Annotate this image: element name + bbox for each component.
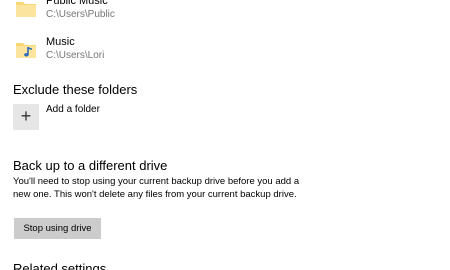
folder-list-item[interactable]: Public Music C:\Users\Public (14, 0, 314, 25)
exclude-folders-heading: Exclude these folders (13, 82, 138, 97)
add-folder-label: Add a folder (46, 104, 100, 115)
stop-using-drive-button[interactable]: Stop using drive (14, 218, 101, 239)
different-drive-description: You'll need to stop using your current b… (13, 176, 300, 200)
different-drive-heading: Back up to a different drive (13, 158, 168, 173)
folder-list-item[interactable]: Music C:\Users\Lori (14, 36, 314, 66)
backup-options-page: Public Music C:\Users\Public Music C:\Us… (0, 0, 450, 270)
folder-name: Public Music (46, 0, 108, 7)
music-folder-icon (16, 43, 36, 58)
folder-name: Music (46, 36, 75, 48)
folder-path: C:\Users\Public (46, 9, 115, 20)
add-folder-button[interactable]: + Add a folder (13, 104, 213, 130)
plus-icon: + (13, 104, 39, 130)
folder-path: C:\Users\Lori (46, 50, 105, 61)
related-settings-heading: Related settings (13, 261, 107, 270)
folder-icon (16, 2, 36, 17)
